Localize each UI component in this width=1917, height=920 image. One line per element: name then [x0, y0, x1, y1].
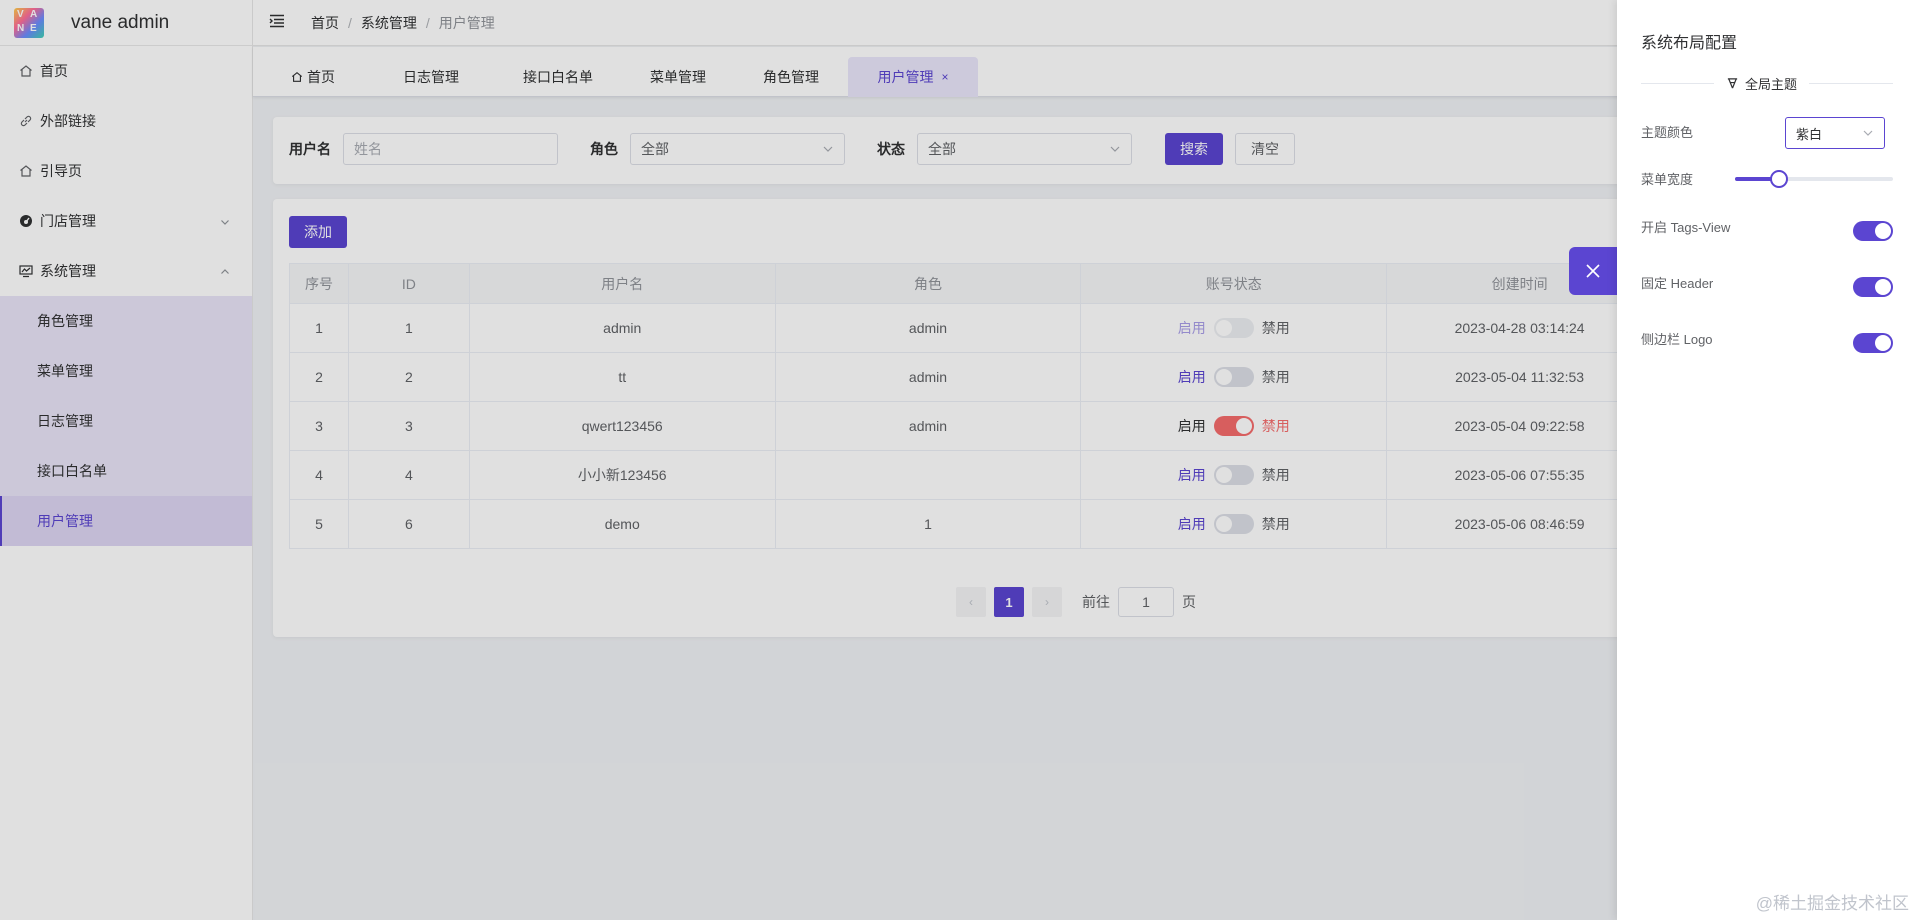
tags-view-toggle[interactable]	[1853, 221, 1893, 241]
sidebar-logo-toggle[interactable]	[1853, 333, 1893, 353]
close-settings-button[interactable]	[1569, 247, 1617, 295]
menu-width-slider[interactable]	[1735, 170, 1893, 188]
theme-color-value: 紫白	[1796, 126, 1823, 142]
fixed-header-toggle[interactable]	[1853, 277, 1893, 297]
theme-color-label: 主题颜色	[1641, 125, 1694, 140]
menu-width-label: 菜单宽度	[1641, 172, 1694, 187]
theme-color-select[interactable]: 紫白	[1785, 117, 1885, 149]
sidebar-logo-label: 侧边栏 Logo	[1641, 332, 1713, 347]
slider-thumb[interactable]	[1770, 170, 1788, 188]
chevron-down-icon	[1862, 127, 1874, 142]
close-icon	[1585, 263, 1601, 279]
section-title-text: 全局主题	[1745, 77, 1798, 92]
watermark: @稀土掘金技术社区	[1755, 894, 1909, 913]
section-title: 全局主题	[1714, 74, 1810, 93]
settings-title: 系统布局配置	[1641, 35, 1738, 52]
fixed-header-label: 固定 Header	[1641, 276, 1714, 291]
drawer-overlay[interactable]	[0, 0, 1617, 920]
palette-icon	[1726, 77, 1739, 90]
tags-view-label: 开启 Tags-View	[1641, 220, 1731, 235]
settings-drawer: 系统布局配置 全局主题 主题颜色 紫白 菜单宽度 开启 Tags-View 固定…	[1617, 0, 1917, 920]
